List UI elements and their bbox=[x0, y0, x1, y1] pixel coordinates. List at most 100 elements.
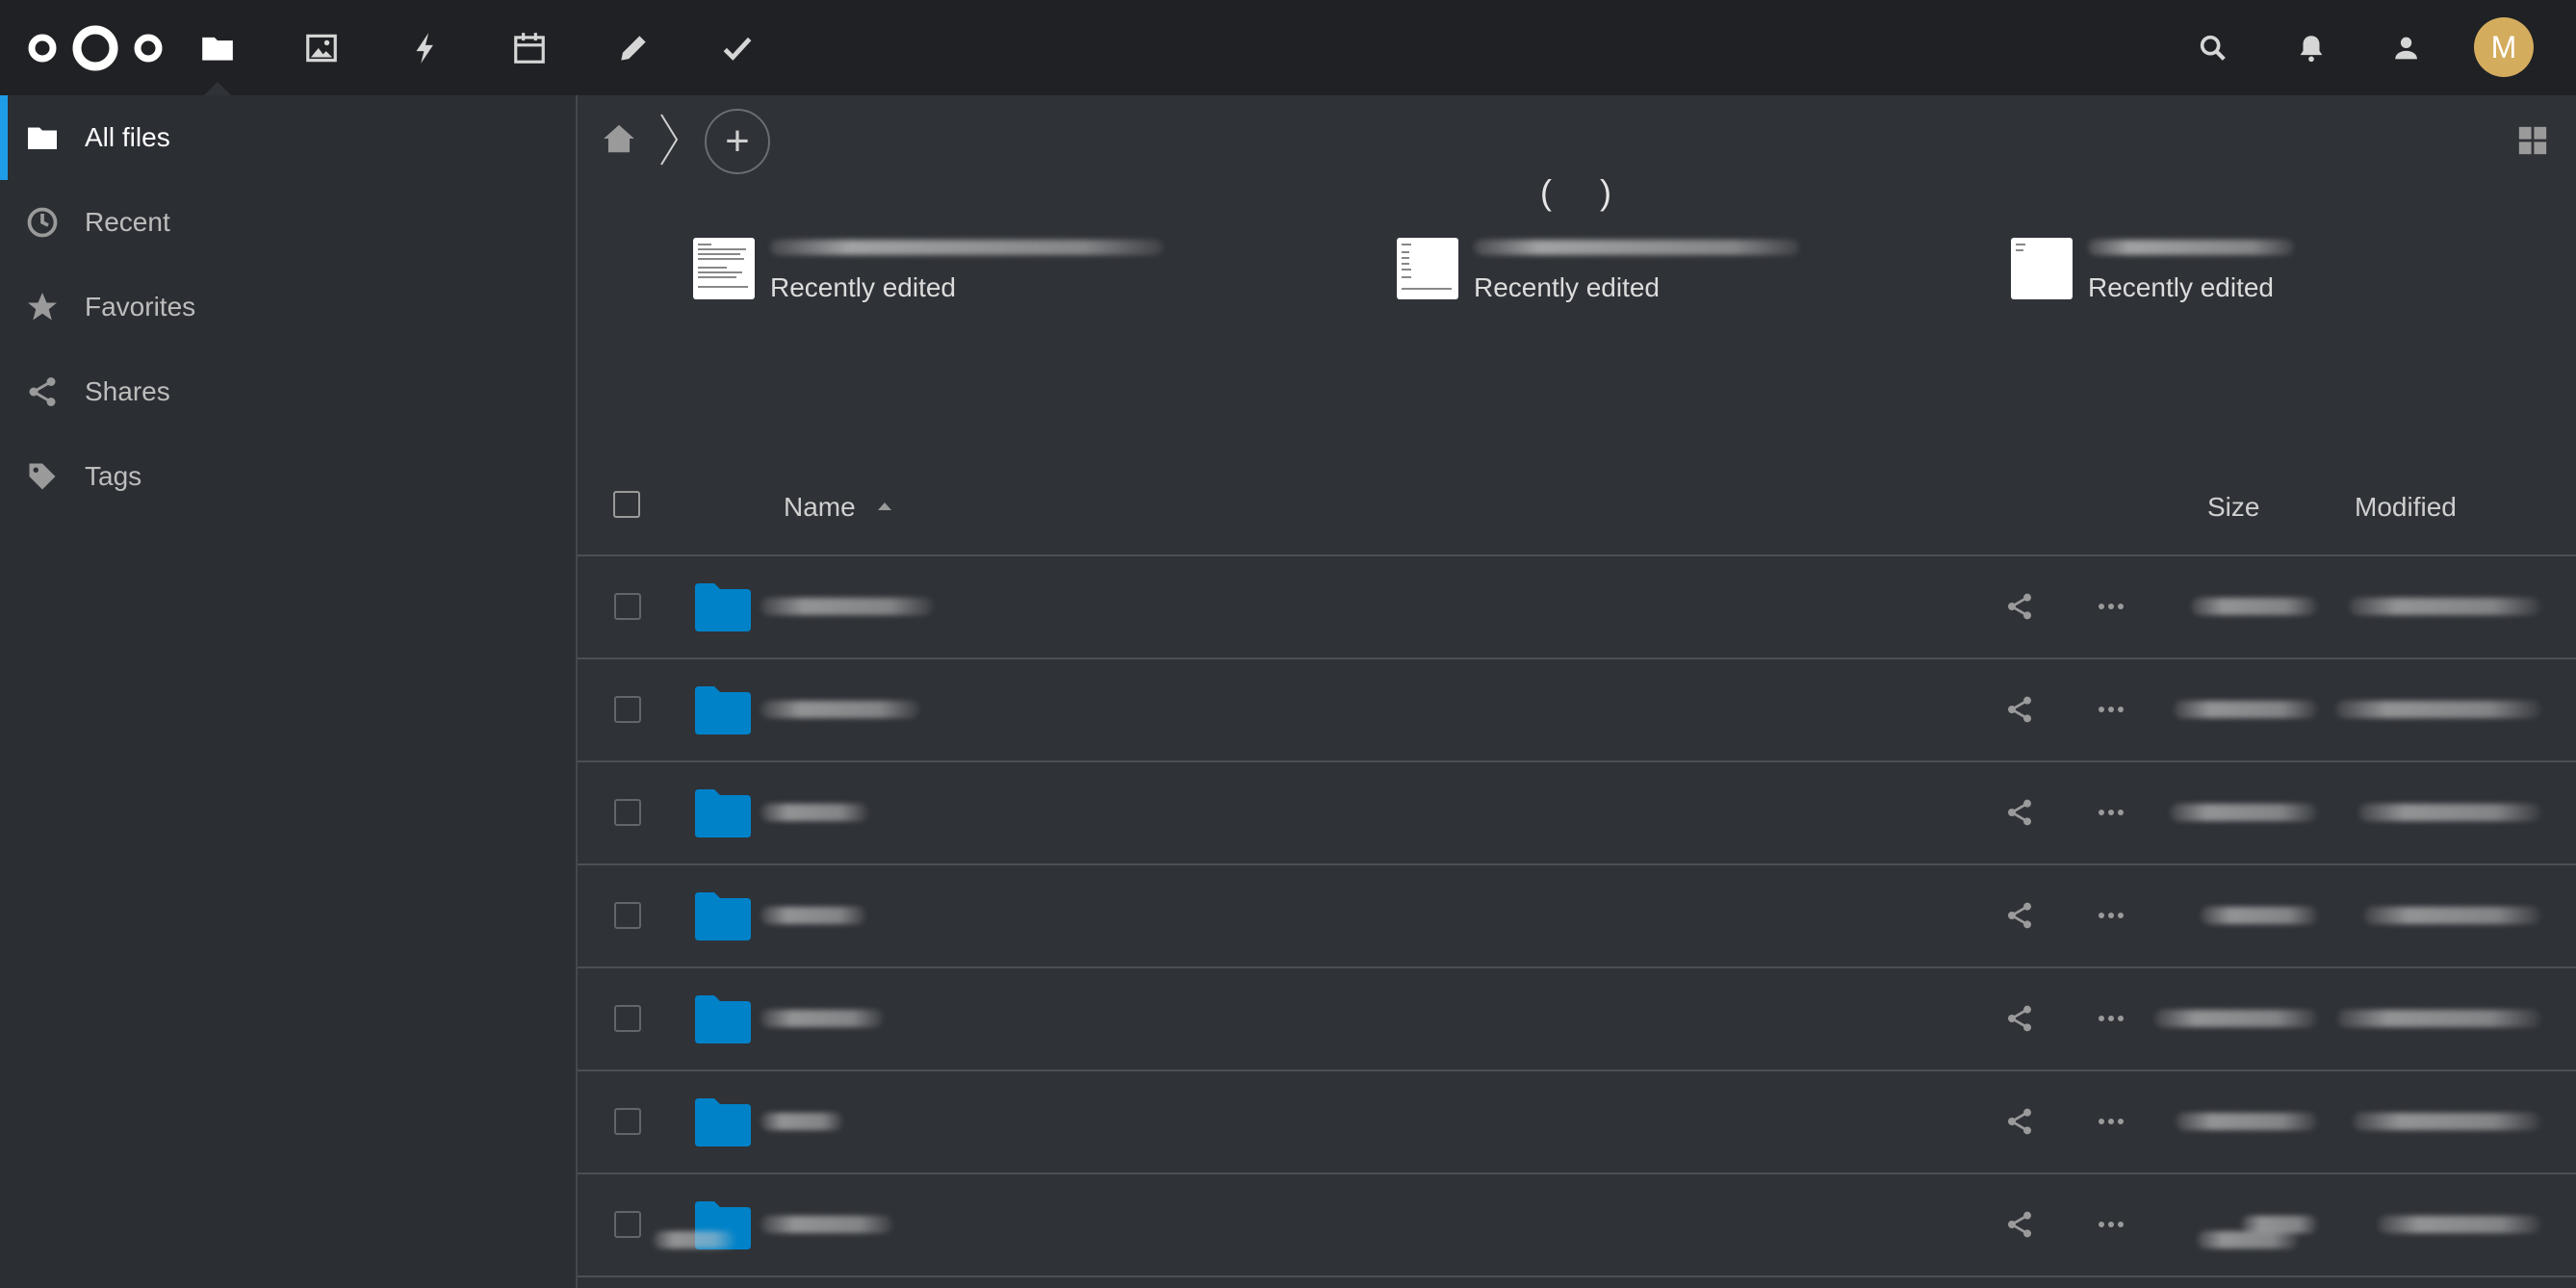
share-icon[interactable] bbox=[2004, 900, 2035, 931]
folder-icon bbox=[695, 583, 751, 631]
share-icon[interactable] bbox=[2004, 694, 2035, 725]
search-icon bbox=[2200, 35, 2226, 61]
contacts-button[interactable] bbox=[2387, 28, 2428, 68]
table-row[interactable] bbox=[578, 1071, 2576, 1174]
column-header-modified[interactable]: Modified bbox=[2355, 492, 2457, 523]
app-photos[interactable] bbox=[270, 0, 374, 95]
file-list-area: + ( ) Recently edited Recently edited Re… bbox=[578, 95, 2576, 1288]
column-header-name[interactable]: Name bbox=[784, 492, 856, 523]
app-calendar[interactable] bbox=[477, 0, 581, 95]
recent-file-card[interactable]: Recently edited bbox=[693, 238, 1174, 305]
table-row[interactable] bbox=[578, 865, 2576, 968]
file-modified-redacted bbox=[2358, 804, 2541, 821]
sidebar-item-all-files[interactable]: All files bbox=[0, 95, 576, 180]
checkmark-icon bbox=[723, 37, 752, 61]
star-icon bbox=[28, 293, 57, 321]
file-summary-redacted bbox=[653, 1231, 735, 1249]
bell-icon bbox=[2300, 36, 2323, 63]
plus-icon: + bbox=[725, 117, 750, 165]
row-checkbox[interactable] bbox=[614, 902, 641, 929]
pencil-icon bbox=[621, 35, 646, 61]
lightning-icon bbox=[416, 32, 433, 64]
more-actions-icon[interactable] bbox=[2095, 1106, 2127, 1137]
app-activity[interactable] bbox=[374, 0, 477, 95]
grid-view-toggle[interactable] bbox=[2516, 124, 2549, 157]
file-name-redacted bbox=[1474, 240, 1799, 255]
column-header-size[interactable]: Size bbox=[2207, 492, 2259, 523]
table-row[interactable] bbox=[578, 968, 2576, 1071]
sidebar-item-shares[interactable]: Shares bbox=[0, 349, 576, 434]
app-files[interactable] bbox=[166, 0, 270, 95]
more-actions-icon[interactable] bbox=[2095, 900, 2127, 931]
file-modified-redacted bbox=[2335, 701, 2541, 718]
home-icon[interactable] bbox=[601, 120, 637, 157]
share-icon[interactable] bbox=[2004, 1003, 2035, 1034]
folder-icon bbox=[695, 892, 751, 940]
row-checkbox[interactable] bbox=[614, 696, 641, 723]
more-actions-icon[interactable] bbox=[2095, 694, 2127, 725]
file-thumbnail bbox=[1397, 238, 1458, 299]
total-size-redacted bbox=[2197, 1231, 2299, 1249]
folder-icon bbox=[695, 995, 751, 1043]
row-checkbox[interactable] bbox=[614, 1108, 641, 1135]
more-actions-icon[interactable] bbox=[2095, 591, 2127, 622]
row-checkbox[interactable] bbox=[614, 593, 641, 620]
folder-icon bbox=[28, 127, 57, 149]
top-header: M bbox=[0, 0, 2576, 95]
app-navigation: All files Recent Favorites Shares Tags bbox=[0, 95, 578, 1288]
file-name-redacted bbox=[760, 1010, 884, 1027]
recommendations-heading: ( ) bbox=[1540, 172, 1611, 212]
share-icon[interactable] bbox=[2004, 591, 2035, 622]
recent-file-subtitle: Recently edited bbox=[2088, 272, 2275, 302]
row-checkbox[interactable] bbox=[614, 1005, 641, 1032]
file-name-redacted bbox=[2088, 240, 2294, 255]
tag-icon bbox=[29, 463, 56, 490]
sidebar-item-recent[interactable]: Recent bbox=[0, 180, 576, 265]
sidebar-item-label: All files bbox=[85, 122, 170, 152]
sidebar-item-label: Favorites bbox=[85, 292, 196, 322]
file-modified-redacted bbox=[2353, 1113, 2541, 1130]
row-checkbox[interactable] bbox=[614, 1211, 641, 1238]
sidebar-item-label: Recent bbox=[85, 207, 170, 237]
file-modified-redacted bbox=[2337, 1010, 2541, 1027]
sidebar-item-label: Tags bbox=[85, 461, 142, 491]
file-modified-redacted bbox=[2349, 598, 2541, 615]
notifications-button[interactable] bbox=[2291, 28, 2331, 68]
search-button[interactable] bbox=[2193, 28, 2233, 68]
share-icon[interactable] bbox=[2004, 797, 2035, 828]
more-actions-icon[interactable] bbox=[2095, 1003, 2127, 1034]
share-icon[interactable] bbox=[2004, 1106, 2035, 1137]
nextcloud-logo[interactable] bbox=[23, 23, 167, 73]
file-thumbnail bbox=[2011, 238, 2073, 299]
share-icon[interactable] bbox=[2004, 1209, 2035, 1240]
folder-icon bbox=[695, 686, 751, 734]
app-notes[interactable] bbox=[581, 0, 685, 95]
more-actions-icon[interactable] bbox=[2095, 1209, 2127, 1240]
table-row[interactable] bbox=[578, 556, 2576, 659]
recent-file-card[interactable]: Recently edited bbox=[1397, 238, 1840, 305]
table-row[interactable] bbox=[578, 659, 2576, 762]
row-checkbox[interactable] bbox=[614, 799, 641, 826]
file-thumbnail bbox=[693, 238, 755, 299]
sort-ascending-icon bbox=[878, 502, 891, 510]
new-file-button[interactable]: + bbox=[705, 109, 770, 174]
select-all-checkbox[interactable] bbox=[613, 491, 640, 518]
file-modified-redacted bbox=[2378, 1216, 2541, 1233]
sidebar-item-label: Shares bbox=[85, 376, 170, 406]
recent-file-card[interactable]: Recently edited bbox=[2011, 238, 2377, 305]
user-avatar[interactable]: M bbox=[2474, 17, 2534, 77]
file-name-redacted bbox=[760, 804, 868, 821]
file-size-redacted bbox=[2174, 701, 2318, 718]
table-row[interactable] bbox=[578, 1174, 2576, 1277]
sidebar-item-tags[interactable]: Tags bbox=[0, 434, 576, 519]
sidebar-item-favorites[interactable]: Favorites bbox=[0, 265, 576, 349]
breadcrumb-separator bbox=[660, 114, 679, 166]
app-tasks[interactable] bbox=[685, 0, 789, 95]
more-actions-icon[interactable] bbox=[2095, 797, 2127, 828]
file-table-header: Name Size Modified bbox=[578, 442, 2576, 556]
table-row[interactable] bbox=[578, 762, 2576, 865]
file-size-redacted bbox=[2191, 598, 2318, 615]
contacts-icon bbox=[2395, 37, 2420, 60]
folder-icon bbox=[202, 37, 233, 61]
file-name-redacted bbox=[760, 598, 934, 615]
